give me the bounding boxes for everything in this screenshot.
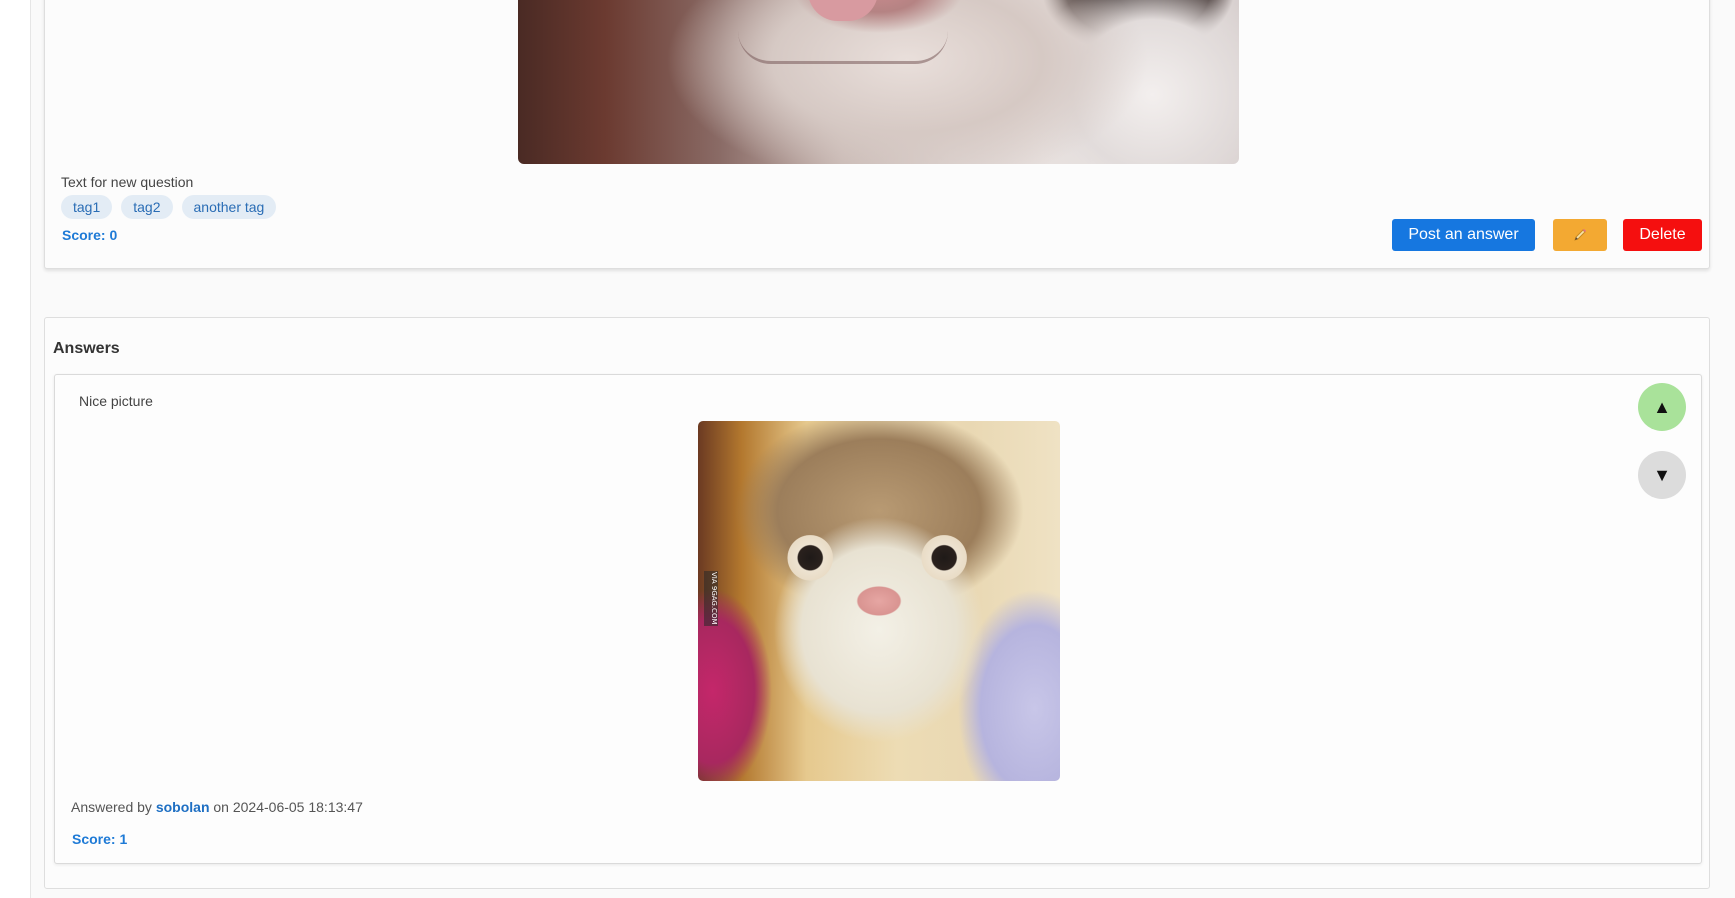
page: Text for new question tag1 tag2 another … [31,0,1735,898]
cat-mouth [738,31,948,64]
question-image [518,0,1239,164]
answers-section: Answers Nice picture VIA 9GAG.COM ▲ ▼ An… [44,317,1710,889]
upvote-button[interactable]: ▲ [1638,383,1686,431]
tag-chip[interactable]: another tag [181,195,277,219]
tag-chip[interactable]: tag2 [121,195,173,219]
answered-by-label: Answered by [71,799,152,815]
answer-image: VIA 9GAG.COM [698,421,1060,781]
arrow-down-icon: ▼ [1653,464,1671,485]
answer-meta: Answered by sobolan on 2024-06-05 18:13:… [71,799,363,815]
left-rail [0,0,31,898]
image-watermark: VIA 9GAG.COM [704,571,718,626]
answer-timestamp: 2024-06-05 18:13:47 [232,799,363,815]
arrow-up-icon: ▲ [1653,396,1671,417]
question-text: Text for new question [61,174,194,190]
post-answer-button[interactable]: Post an answer [1392,219,1535,251]
delete-button[interactable]: Delete [1623,219,1702,251]
question-score: Score: 0 [62,227,118,243]
cat-nose [808,0,878,21]
answer-score: Score: 1 [72,831,128,847]
on-label: on [213,799,229,815]
edit-button[interactable] [1553,219,1607,251]
downvote-button[interactable]: ▼ [1638,451,1686,499]
tag-list: tag1 tag2 another tag [61,195,277,219]
answer-text: Nice picture [79,393,153,409]
pencil-icon [1574,229,1586,241]
question-card: Text for new question tag1 tag2 another … [44,0,1710,269]
answers-heading: Answers [53,340,120,357]
answer-card: Nice picture VIA 9GAG.COM ▲ ▼ Answered b… [54,374,1702,864]
tag-chip[interactable]: tag1 [61,195,113,219]
author-link[interactable]: sobolan [156,799,210,815]
